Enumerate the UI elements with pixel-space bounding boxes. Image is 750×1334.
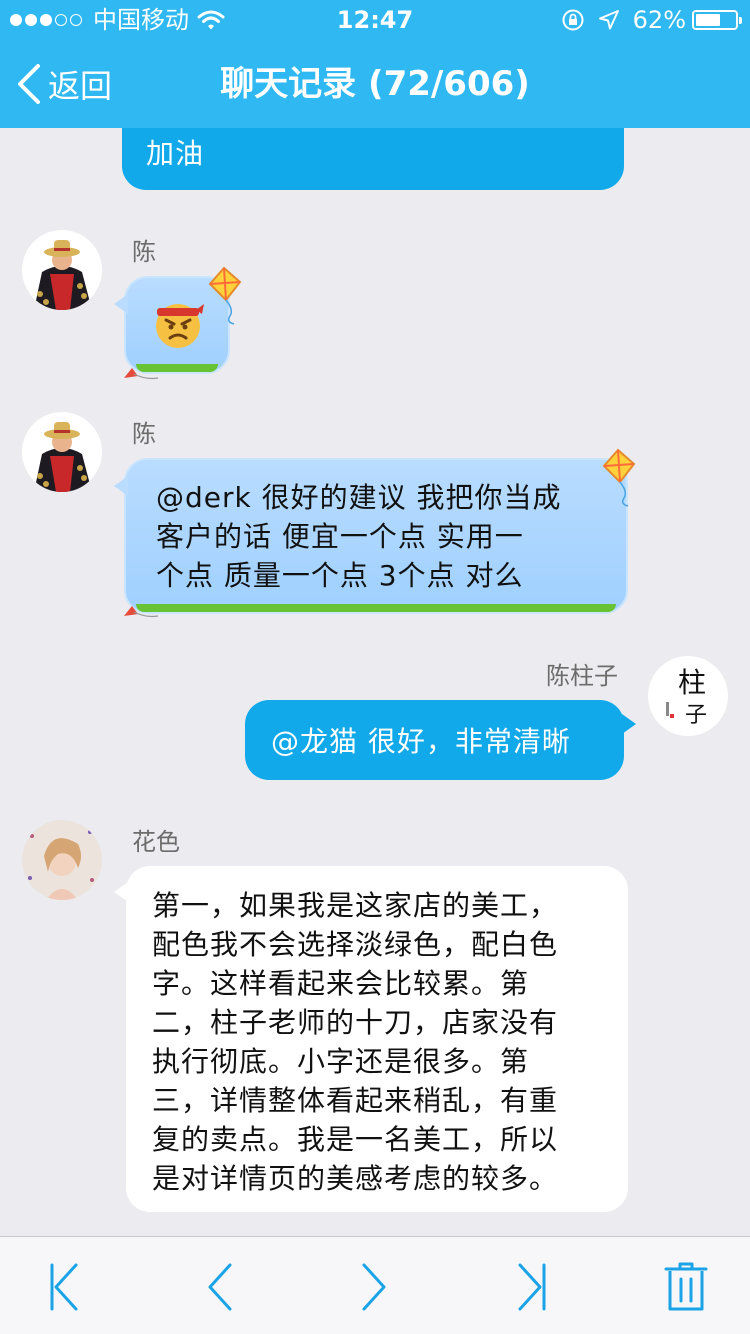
message-text-line: 字。这样看起来会比较累。第 xyxy=(152,967,530,1000)
signal-strength-icon xyxy=(10,14,85,26)
first-page-icon xyxy=(50,1263,78,1311)
angry-headband-emoji-icon xyxy=(156,304,204,348)
bottom-toolbar xyxy=(0,1236,750,1334)
wifi-icon xyxy=(197,10,225,30)
status-right: 62% xyxy=(549,0,742,40)
message-text-line: 客户的话 便宜一个点 实用一 xyxy=(156,520,524,553)
message-bubble-own[interactable]: 加油 xyxy=(122,128,624,190)
message-text-line: @derk 很好的建议 我把你当成 xyxy=(156,481,562,514)
previous-page-icon xyxy=(208,1263,232,1311)
message-text-line: 二，柱子老师的十刀，店家没有 xyxy=(152,1006,559,1039)
sender-name: 陈 xyxy=(132,238,156,266)
battery-icon xyxy=(692,10,742,30)
message-text: @龙猫 很好，非常清晰 xyxy=(271,725,571,758)
status-left: 中国移动 xyxy=(10,0,225,40)
page-title: 聊天记录 (72/606) xyxy=(220,64,530,104)
portrait-avatar-image xyxy=(22,820,102,900)
status-bar: 中国移动 12:47 62% xyxy=(0,0,750,40)
last-page-icon xyxy=(518,1263,546,1311)
chevron-left-icon xyxy=(18,64,40,104)
message-bubble-own[interactable]: @龙猫 很好，非常清晰 xyxy=(245,700,636,780)
message-bubble-kite[interactable]: @derk 很好的建议 我把你当成 客户的话 便宜一个点 实用一 个点 质量一个… xyxy=(114,458,628,614)
message-text-line: 第一，如果我是这家店的美工， xyxy=(152,889,559,922)
avatar[interactable]: 柱 子 xyxy=(648,656,728,736)
battery-level-fill xyxy=(696,14,720,26)
message-text-line: 执行彻底。小字还是很多。第 xyxy=(152,1045,530,1078)
rotation-lock-icon xyxy=(562,9,584,31)
bubble-tail xyxy=(114,476,128,496)
kite-spool-icon xyxy=(124,368,159,380)
message-text-line: 是对详情页的美感考虑的较多。 xyxy=(152,1162,559,1195)
avatar-glyph: 子 xyxy=(685,703,707,728)
chat-history[interactable]: 加油 陈 陈 @derk 很好的建议 我把你当成 客户的话 便宜一个点 实用一 … xyxy=(0,128,750,1236)
kite-spool-icon xyxy=(124,606,159,618)
back-button[interactable]: 返回 xyxy=(14,40,112,128)
sender-name: 陈柱子 xyxy=(546,662,618,690)
kite-icon xyxy=(602,448,636,507)
bubble-tail xyxy=(114,294,128,314)
bubble-tail xyxy=(622,714,636,734)
message-text: 加油 xyxy=(146,137,205,170)
bubble-tail xyxy=(114,882,128,902)
bubble-grass-decoration xyxy=(136,604,616,612)
battery-percent: 62% xyxy=(632,6,686,34)
navigation-bar: 返回 聊天记录 (72/606) xyxy=(0,40,750,128)
delete-button[interactable] xyxy=(656,1261,716,1313)
location-arrow-icon xyxy=(598,10,619,30)
message-bubble[interactable]: 第一，如果我是这家店的美工， 配色我不会选择淡绿色，配白色 字。这样看起来会比较… xyxy=(114,866,628,1212)
next-page-icon xyxy=(362,1263,386,1311)
message-text-line: 三，详情整体看起来稍乱，有重 xyxy=(152,1084,559,1117)
avatar-glyph: 柱 xyxy=(678,666,706,699)
message-text-line: 个点 质量一个点 3个点 对么 xyxy=(156,559,524,592)
avatar[interactable] xyxy=(22,412,102,492)
calligraphy-avatar-image: 柱 子 xyxy=(648,656,728,736)
kite-icon xyxy=(208,266,242,325)
last-page-button[interactable] xyxy=(502,1261,562,1313)
next-page-button[interactable] xyxy=(344,1261,404,1313)
first-page-button[interactable] xyxy=(34,1261,94,1313)
avatar[interactable] xyxy=(22,820,102,900)
message-text-line: 配色我不会选择淡绿色，配白色 xyxy=(152,928,559,961)
trash-icon xyxy=(664,1262,708,1311)
message-text-line: 复的卖点。我是一名美工，所以 xyxy=(152,1123,559,1156)
carrier-name: 中国移动 xyxy=(93,6,189,34)
luffy-avatar-image xyxy=(22,230,102,310)
back-label: 返回 xyxy=(48,67,113,105)
previous-page-button[interactable] xyxy=(190,1261,250,1313)
sender-name: 陈 xyxy=(132,420,156,448)
sender-name: 花色 xyxy=(132,828,180,856)
luffy-avatar-image xyxy=(22,412,102,492)
avatar[interactable] xyxy=(22,230,102,310)
header: 中国移动 12:47 62% 返回 聊天记录 (72/606) xyxy=(0,0,750,128)
